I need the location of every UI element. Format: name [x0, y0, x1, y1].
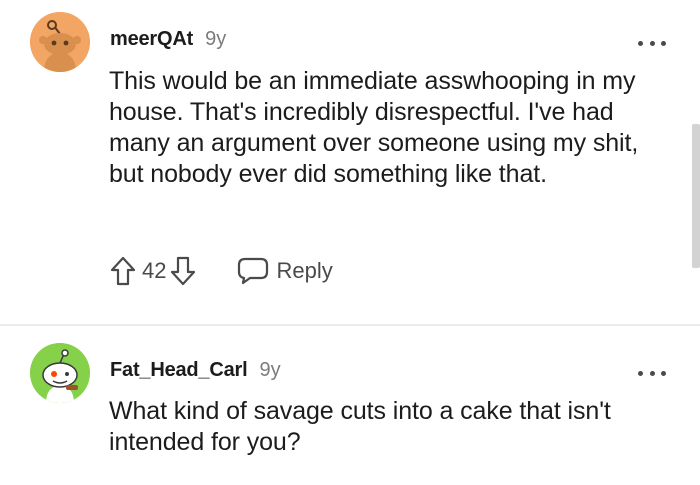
comment-thread: meerQAt 9y This would be an immediate as… [0, 0, 700, 485]
dot-icon [638, 370, 643, 376]
vote-score: 42 [142, 258, 167, 283]
comment-meta: meerQAt 9y [110, 28, 226, 58]
reply-label: Reply [276, 258, 333, 283]
upvote-button[interactable] [108, 253, 138, 289]
dot-icon [661, 370, 666, 376]
username[interactable]: Fat_Head_Carl [110, 359, 248, 382]
comment-meta: Fat_Head_Carl 9y [110, 359, 281, 389]
reply-bubble-icon [238, 257, 269, 285]
username[interactable]: meerQAt [110, 28, 193, 51]
comment: meerQAt 9y This would be an immediate as… [0, 0, 700, 325]
dot-icon [661, 40, 666, 46]
more-options-icon[interactable] [638, 38, 666, 48]
timestamp[interactable]: 9y [205, 28, 226, 51]
dot-icon [649, 370, 655, 376]
dot-icon [638, 40, 643, 46]
user-avatar[interactable] [30, 343, 90, 403]
reply-button[interactable]: Reply [236, 256, 333, 286]
comment-body: What kind of savage cuts into a cake tha… [109, 397, 611, 456]
downvote-button[interactable] [168, 253, 198, 289]
user-avatar[interactable] [30, 12, 90, 72]
upvote-arrow-icon [110, 256, 136, 286]
comment-body: This would be an immediate asswhooping i… [109, 67, 639, 188]
more-options-icon[interactable] [638, 368, 666, 378]
snoo-avatar-orange-icon [30, 12, 90, 72]
downvote-arrow-icon [171, 256, 196, 286]
dot-icon [649, 40, 655, 46]
comment-actions: 42 Reply [108, 252, 333, 290]
timestamp[interactable]: 9y [259, 359, 280, 382]
snoo-avatar-green-icon [30, 343, 90, 403]
scrollbar-thumb[interactable] [692, 124, 700, 268]
